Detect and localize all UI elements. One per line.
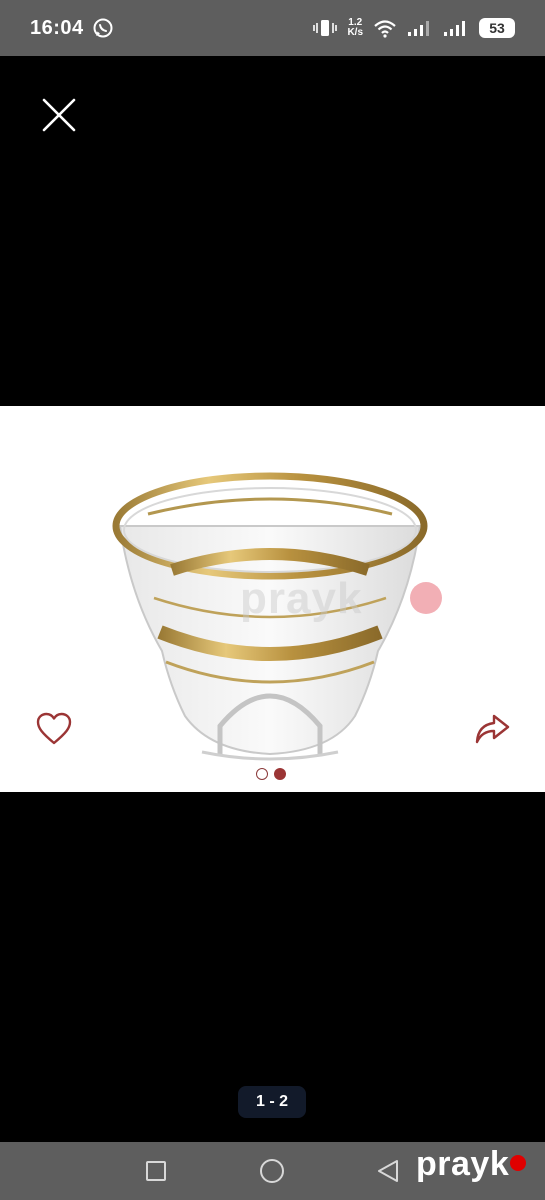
vibrate-icon	[313, 20, 338, 36]
home-icon[interactable]	[260, 1159, 284, 1183]
page-counter: 1 - 2	[238, 1086, 306, 1118]
watermark-text: prayk	[240, 574, 363, 623]
signal-icon	[444, 21, 465, 36]
recents-icon[interactable]	[146, 1161, 166, 1181]
status-bar: 16:04 1.2 K/s 53	[0, 0, 545, 56]
status-time: 16:04	[30, 16, 84, 39]
carousel-indicator	[256, 768, 286, 780]
signal-icon	[408, 21, 429, 36]
whatsapp-icon	[93, 18, 113, 38]
close-icon[interactable]	[38, 94, 80, 136]
network-speed: 1.2 K/s	[347, 18, 363, 38]
status-left: 16:04	[30, 17, 114, 40]
network-speed-unit: K/s	[347, 27, 363, 38]
back-icon[interactable]	[376, 1158, 400, 1184]
product-image-panel[interactable]: prayk	[0, 406, 545, 792]
carousel-dot-active[interactable]	[274, 768, 286, 780]
screen: 16:04 1.2 K/s 53 prayk 1 - 2 prayk	[0, 0, 545, 1200]
brand-logo-text: prayk	[416, 1145, 510, 1183]
brand-logo-dot	[510, 1155, 526, 1171]
carousel-dot[interactable]	[256, 768, 268, 780]
heart-icon[interactable]	[36, 712, 72, 746]
status-right: 1.2 K/s 53	[313, 18, 515, 38]
share-icon[interactable]	[474, 712, 510, 746]
battery-icon: 53	[479, 18, 515, 38]
wifi-icon	[374, 20, 396, 38]
watermark-dot	[410, 582, 442, 614]
